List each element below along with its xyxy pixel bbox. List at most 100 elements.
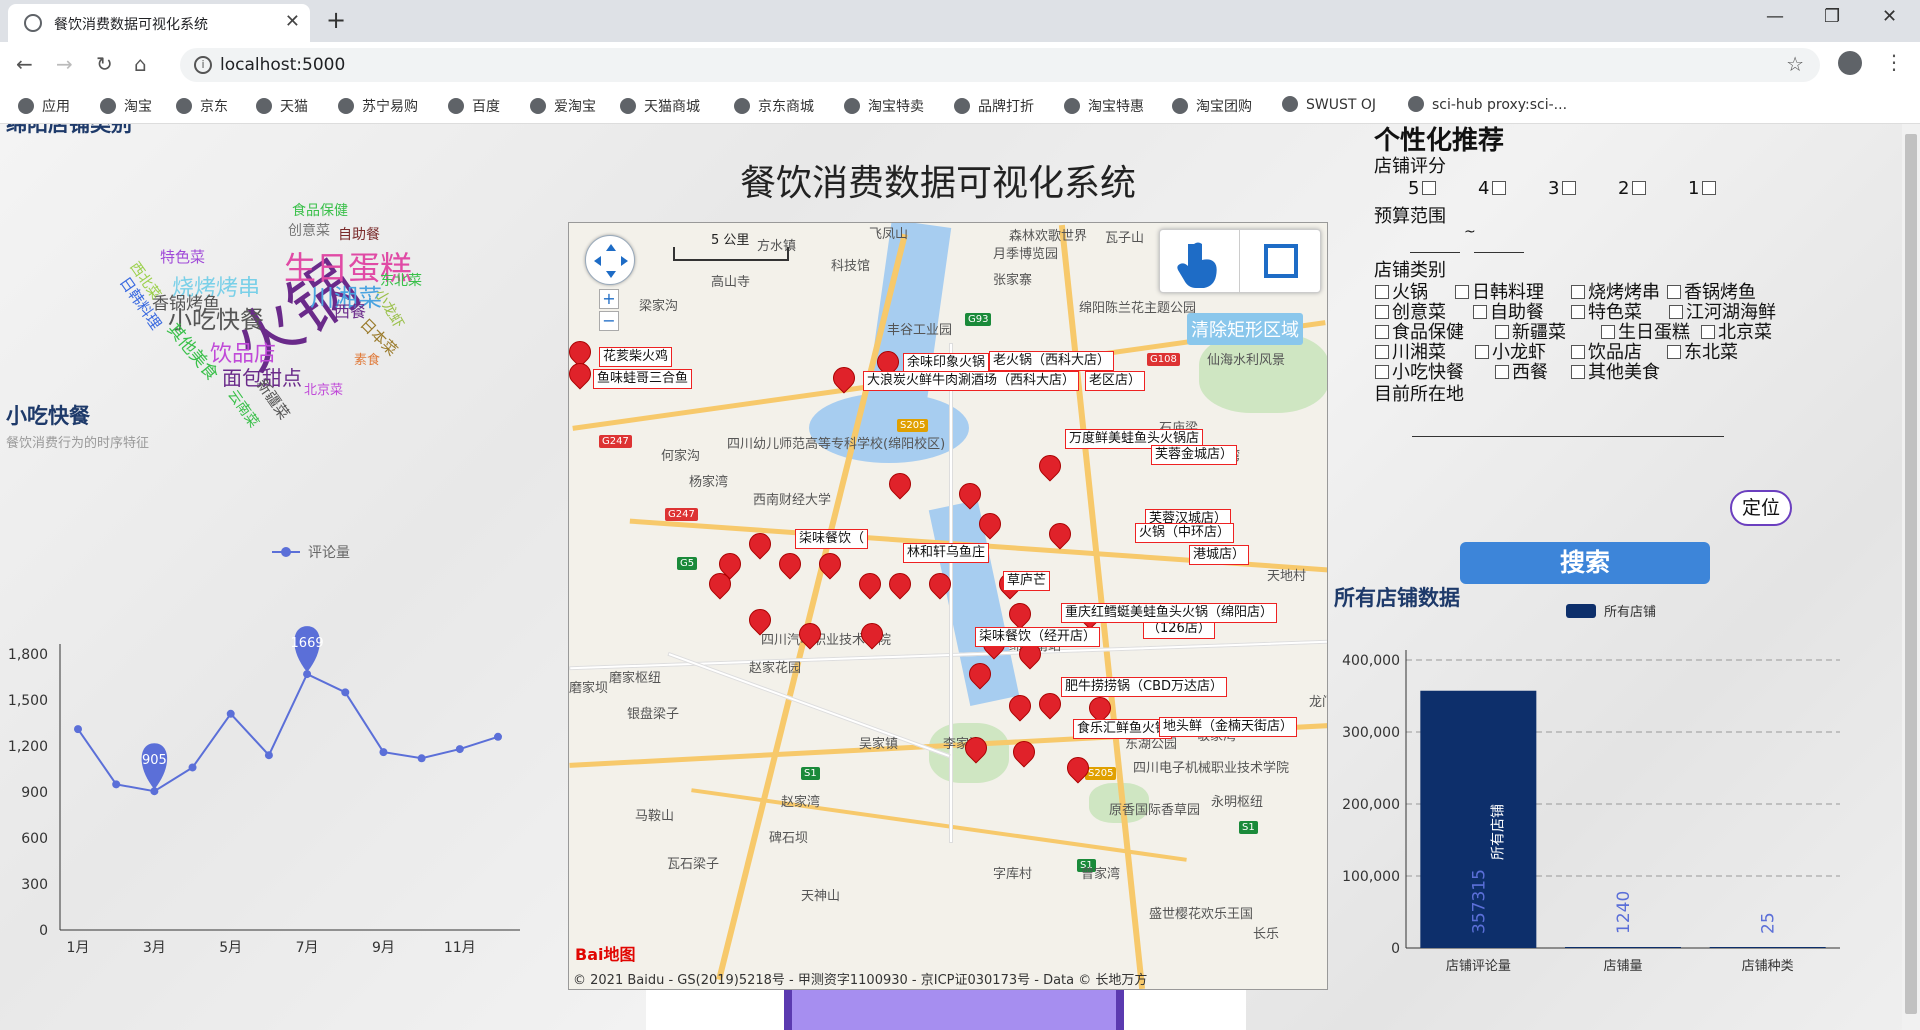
checkbox[interactable]: [1422, 181, 1437, 195]
location-input[interactable]: [1412, 436, 1724, 437]
bookmark-star-icon[interactable]: ☆: [1786, 52, 1804, 76]
data-point[interactable]: [74, 725, 82, 734]
zoom-in-button[interactable]: +: [599, 289, 619, 309]
page-scrollbar[interactable]: [1902, 124, 1920, 1030]
checkbox[interactable]: [1375, 305, 1389, 319]
bookmark-item[interactable]: 百度: [448, 96, 500, 116]
checkbox[interactable]: [1702, 181, 1717, 195]
bar[interactable]: [1709, 947, 1826, 948]
shop-marker-pin[interactable]: [709, 573, 731, 599]
rating-option[interactable]: 5: [1408, 178, 1439, 199]
rating-option[interactable]: 3: [1548, 178, 1579, 199]
checkbox[interactable]: [1375, 325, 1389, 339]
bookmark-item[interactable]: 品牌打折: [954, 96, 1034, 116]
shop-marker-pin[interactable]: [1039, 693, 1061, 719]
shop-marker-pin[interactable]: [779, 553, 801, 579]
shop-marker-pin[interactable]: [833, 367, 855, 393]
category-option[interactable]: 西餐: [1492, 358, 1548, 384]
checkbox[interactable]: [1571, 285, 1585, 299]
shop-label[interactable]: 余味印象火锅: [903, 353, 990, 373]
checkbox[interactable]: [1492, 181, 1507, 195]
home-icon[interactable]: ⌂: [134, 52, 147, 76]
shop-marker-pin[interactable]: [969, 663, 991, 689]
shop-marker-pin[interactable]: [749, 533, 771, 559]
shop-label[interactable]: 地头鲜（金楠天街店）: [1159, 717, 1298, 737]
baidu-map[interactable]: G247 G247 G93 G108 S205 G5 S1 S1 S205 S1…: [568, 222, 1328, 990]
menu-icon[interactable]: ⋮: [1884, 50, 1904, 74]
checkbox[interactable]: [1473, 305, 1487, 319]
browser-tab[interactable]: 餐饮消费数据可视化系统 ✕: [8, 4, 310, 42]
budget-max-input[interactable]: [1474, 252, 1524, 253]
data-point[interactable]: [112, 780, 121, 789]
info-icon[interactable]: i: [194, 56, 212, 74]
checkbox[interactable]: [1571, 305, 1585, 319]
category-option[interactable]: 其他美食: [1568, 358, 1660, 384]
data-point[interactable]: [264, 751, 273, 760]
shop-marker-pin[interactable]: [1009, 695, 1031, 721]
checkbox[interactable]: [1562, 181, 1577, 195]
shop-marker-pin[interactable]: [929, 573, 951, 599]
bookmark-item[interactable]: 京东: [176, 96, 228, 116]
data-point[interactable]: [494, 732, 502, 741]
shop-marker-pin[interactable]: [959, 483, 981, 509]
shop-marker-pin[interactable]: [1067, 757, 1089, 783]
checkbox[interactable]: [1475, 345, 1489, 359]
scroll-thumb[interactable]: [1905, 134, 1917, 1014]
checkbox[interactable]: [1669, 305, 1683, 319]
shop-label[interactable]: 肥牛捞捞锅（CBD万达店）: [1061, 677, 1228, 697]
minimize-button[interactable]: —: [1766, 6, 1784, 27]
bookmark-item[interactable]: SWUST OJ: [1282, 96, 1376, 113]
checkbox[interactable]: [1667, 345, 1681, 359]
bookmark-item[interactable]: 京东商城: [734, 96, 814, 116]
bookmark-item[interactable]: 淘宝团购: [1172, 96, 1252, 116]
shop-label[interactable]: 林和轩乌鱼庄: [903, 543, 990, 563]
data-point[interactable]: [188, 763, 197, 772]
back-icon[interactable]: ←: [16, 52, 33, 76]
forward-icon[interactable]: →: [56, 52, 73, 76]
shop-label[interactable]: 柒味餐饮（: [795, 529, 869, 549]
shop-marker-pin[interactable]: [889, 473, 911, 499]
bookmark-item[interactable]: 淘宝特卖: [844, 96, 924, 116]
map-pan-control[interactable]: [585, 235, 635, 285]
shop-label[interactable]: 火锅（中环店）: [1135, 523, 1235, 543]
shop-marker-pin[interactable]: [1039, 455, 1061, 481]
address-bar[interactable]: i localhost:5000 ☆: [180, 48, 1820, 82]
rating-option[interactable]: 2: [1618, 178, 1649, 199]
checkbox[interactable]: [1701, 325, 1715, 339]
shop-label[interactable]: 老火锅（西科大店）: [989, 351, 1115, 371]
shop-label[interactable]: 草庐芒: [1003, 571, 1051, 591]
shop-label[interactable]: 柒味餐饮（经开店）: [975, 627, 1101, 647]
shop-marker-pin[interactable]: [859, 573, 881, 599]
rectangle-tool[interactable]: [1240, 230, 1320, 292]
new-tab-button[interactable]: +: [326, 6, 346, 34]
shop-label[interactable]: 老区店）: [1085, 371, 1146, 391]
shop-marker-pin[interactable]: [819, 553, 841, 579]
data-point[interactable]: [455, 745, 464, 754]
bookmark-item[interactable]: 淘宝: [100, 96, 152, 116]
clear-rectangle-button[interactable]: 清除矩形区域: [1187, 313, 1303, 345]
shop-label[interactable]: 花荄柴火鸡: [599, 347, 673, 367]
shop-marker-pin[interactable]: [749, 609, 771, 635]
bookmark-item[interactable]: 天猫: [256, 96, 308, 116]
shop-marker-pin[interactable]: [889, 573, 911, 599]
shop-marker-pin[interactable]: [569, 363, 591, 389]
data-point[interactable]: [341, 688, 350, 697]
checkbox[interactable]: [1571, 345, 1585, 359]
shop-marker-pin[interactable]: [1049, 523, 1071, 549]
budget-min-input[interactable]: [1410, 252, 1460, 253]
bookmark-item[interactable]: 淘宝特惠: [1064, 96, 1144, 116]
checkbox[interactable]: [1455, 285, 1469, 299]
rating-option[interactable]: 4: [1478, 178, 1509, 199]
checkbox[interactable]: [1571, 365, 1585, 379]
checkbox[interactable]: [1667, 285, 1681, 299]
category-option[interactable]: 东北菜: [1664, 338, 1738, 364]
bookmark-item[interactable]: sci-hub proxy:sci-...: [1408, 96, 1567, 113]
data-point[interactable]: [417, 754, 426, 763]
shop-marker-pin[interactable]: [861, 623, 883, 649]
reload-icon[interactable]: ↻: [96, 52, 113, 76]
shop-label[interactable]: 港城店）: [1189, 545, 1250, 565]
close-window-button[interactable]: ✕: [1882, 6, 1897, 27]
shop-marker-pin[interactable]: [1013, 741, 1035, 767]
profile-avatar[interactable]: [1838, 51, 1862, 75]
bookmark-item[interactable]: 苏宁易购: [338, 96, 418, 116]
